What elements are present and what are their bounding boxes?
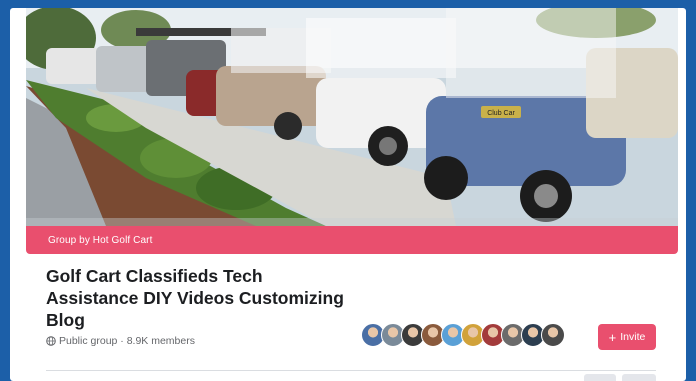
golf-carts-photo: Club Car xyxy=(26,8,678,226)
group-title: Golf Cart Classifieds Tech Assistance DI… xyxy=(46,266,344,330)
invite-label: Invite xyxy=(620,331,646,343)
plus-icon: + xyxy=(608,329,617,345)
header-divider xyxy=(46,370,656,371)
cart-sign: Club Car xyxy=(487,110,515,117)
group-owner-label: Group by Hot Golf Cart xyxy=(48,234,153,246)
group-page-frame: Club Car Group by Hot Golf Cart Golf Car… xyxy=(10,8,686,381)
group-owner-banner[interactable]: Group by Hot Golf Cart xyxy=(26,226,678,254)
search-tab-stub[interactable] xyxy=(622,374,656,381)
member-avatars[interactable] xyxy=(361,323,565,347)
cover-photo[interactable]: Club Car xyxy=(26,8,678,226)
avatar[interactable] xyxy=(541,323,565,347)
group-header: Golf Cart Classifieds Tech Assistance DI… xyxy=(46,265,346,347)
privacy-and-member-count: Public group · 8.9K members xyxy=(59,335,195,347)
group-meta: Public group · 8.9K members xyxy=(46,335,346,347)
more-tab-stub[interactable] xyxy=(584,374,616,381)
globe-icon xyxy=(46,336,56,346)
invite-button[interactable]: + Invite xyxy=(598,324,656,350)
